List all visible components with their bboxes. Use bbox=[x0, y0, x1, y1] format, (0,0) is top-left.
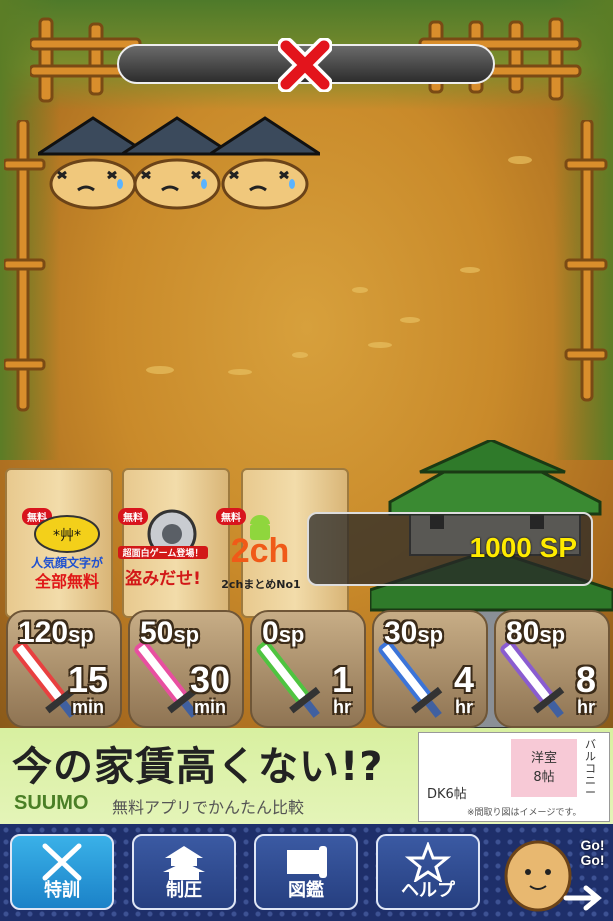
ad-brand: SUUMO bbox=[14, 792, 89, 814]
app-subtitle: 盗みだせ! bbox=[125, 569, 201, 589]
android-2ch-app-icon[interactable]: 無料 2ch 2chまとめNo1 bbox=[216, 508, 306, 591]
battlefield: 無料 *艸* 人気顔文字が 全部無料 無料 超面白ゲーム登場！ 盗みだせ! 無料… bbox=[0, 0, 613, 728]
kaomoji-app-icon[interactable]: 無料 *艸* 人気顔文字が 全部無料 bbox=[22, 508, 112, 591]
cross-icon bbox=[278, 38, 332, 92]
nav-label: ヘルプ bbox=[401, 880, 455, 901]
weapon-cost: 30sp bbox=[384, 616, 444, 649]
ad-banner[interactable]: 今の家賃高くない!? SUUMO 無料アプリでかんたん比較 DK6帖 洋室 8帖… bbox=[0, 728, 613, 824]
app-title: 2ch bbox=[230, 532, 290, 570]
weapon-card[interactable]: 50sp 30 min bbox=[128, 610, 244, 728]
nav-training-button[interactable]: 特訓 bbox=[10, 834, 114, 910]
sp-value: 1000 SP bbox=[469, 532, 577, 563]
safe-app-icon[interactable]: 無料 超面白ゲーム登場！ 盗みだせ! bbox=[118, 508, 208, 589]
nav-label: 図鑑 bbox=[288, 880, 324, 901]
weapon-duration: 15 min bbox=[67, 659, 108, 717]
weapon-cost: 80sp bbox=[506, 616, 566, 649]
balcony-label: バルコニー bbox=[585, 738, 596, 799]
ad-note: ※間取り図はイメージです。 bbox=[467, 808, 582, 818]
nav-encyclopedia-button[interactable]: 図鑑 bbox=[254, 834, 358, 910]
weapon-row: 120sp 15 min 50sp 30 min 0sp 1 hr 30sp 4 hr … bbox=[0, 610, 613, 728]
weapon-cost: 120sp bbox=[18, 616, 94, 649]
nav-help-button[interactable]: ヘルプ bbox=[376, 834, 480, 910]
ad-subtext: 無料アプリでかんたん比較 bbox=[112, 798, 305, 817]
app-subtitle: 2chまとめNo1 bbox=[221, 578, 301, 591]
weapon-card[interactable]: 30sp 4 hr bbox=[372, 610, 488, 728]
weapon-duration: 4 hr bbox=[453, 659, 474, 717]
floorplan: DK6帖 洋室 8帖 バルコニー ※間取り図はイメージです。 bbox=[418, 732, 610, 822]
right-fence bbox=[564, 120, 608, 402]
room-size: 8帖 bbox=[533, 770, 555, 785]
ad-headline: 今の家賃高くない!? bbox=[12, 744, 384, 790]
app-subtitle: 全部無料 bbox=[34, 572, 99, 591]
nav-label: 特訓 bbox=[44, 880, 80, 901]
sp-panel: 1000 SP bbox=[307, 512, 593, 586]
weapon-duration: 8 hr bbox=[575, 659, 596, 717]
nav-conquer-button[interactable]: 制圧 bbox=[132, 834, 236, 910]
free-badge: 無料 bbox=[216, 508, 246, 525]
nav-label: 制圧 bbox=[166, 880, 202, 901]
room-western: 洋室 8帖 bbox=[511, 739, 577, 797]
weapon-duration: 30 min bbox=[189, 659, 230, 717]
bottom-nav: 特訓 制圧 図鑑 ヘルプ Go! Go! bbox=[0, 824, 613, 921]
go-text: Go! Go! bbox=[580, 837, 605, 868]
app-title: 超面白ゲーム登場！ bbox=[118, 546, 208, 559]
enemy-soldier[interactable] bbox=[210, 112, 320, 212]
weapon-duration: 1 hr bbox=[331, 659, 352, 717]
svg-text:*艸*: *艸* bbox=[53, 528, 81, 544]
weapon-cost: 0sp bbox=[262, 616, 305, 649]
cloud-face-icon: *艸* bbox=[34, 515, 100, 553]
room-dk: DK6帖 bbox=[427, 787, 467, 802]
weapon-card[interactable]: 80sp 8 hr bbox=[494, 610, 610, 728]
weapon-cost: 50sp bbox=[140, 616, 200, 649]
weapon-card[interactable]: 0sp 1 hr bbox=[250, 610, 366, 728]
weapon-card[interactable]: 120sp 15 min bbox=[6, 610, 122, 728]
room-label: 洋室 bbox=[530, 751, 557, 766]
